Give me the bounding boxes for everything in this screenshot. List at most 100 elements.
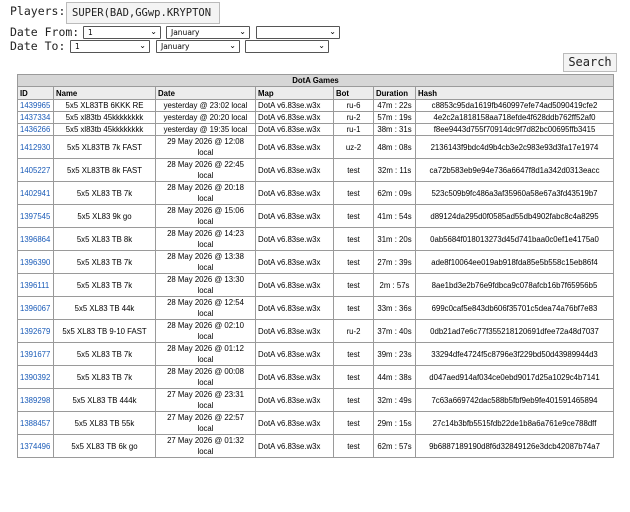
game-date-cell: 28 May 2026 @ 00:08 local [155,365,256,389]
column-header-id: ID [17,86,54,100]
chevron-down-icon: ⌄ [150,27,157,36]
game-date-cell: 28 May 2026 @ 15:06 local [155,204,256,228]
game-bot-cell: test [333,388,374,412]
table-row: 1397545 5x5 XL83 9k go 28 May 2026 @ 15:06… [17,204,614,228]
chevron-down-icon: ⌄ [318,41,325,50]
game-date-text: 28 May 2026 @ 15:06 [167,206,244,215]
game-id[interactable]: 1396864 [20,235,50,244]
game-id-link[interactable]: 1396111 [17,273,54,297]
column-header-name: Name [53,86,156,100]
game-bot-cell: ru-1 [333,123,374,136]
game-id[interactable]: 1374496 [20,442,50,451]
game-name-cell: 5x5 XL83TB 8k FAST [53,158,156,182]
from-day-select[interactable]: 1 ⌄ [83,26,161,39]
game-hash-cell: 523c509b9fc486a3af35960a58e67a3fd43519b7 [415,181,614,205]
game-id-link[interactable]: 1392679 [17,319,54,343]
game-id[interactable]: 1389298 [20,396,50,405]
game-id-link[interactable]: 1396067 [17,296,54,320]
game-map-cell: DotA v6.83se.w3x [255,250,334,274]
game-bot-cell: test [333,158,374,182]
game-name-cell: 5x5 XL83 TB 7k [53,342,156,366]
game-id[interactable]: 1412930 [20,143,50,152]
game-id[interactable]: 1402941 [20,189,50,198]
game-id[interactable]: 1396067 [20,304,50,313]
game-map-cell: DotA v6.83se.w3x [255,181,334,205]
game-bot-cell: test [333,181,374,205]
game-id-link[interactable]: 1396864 [17,227,54,251]
game-id-link[interactable]: 1391677 [17,342,54,366]
game-bot-cell: test [333,434,374,458]
game-name-cell: 5x5 XL83 TB 7k [53,273,156,297]
game-date-cell: 29 May 2026 @ 12:08 local [155,135,256,159]
game-date-cell: 28 May 2026 @ 14:23 local [155,227,256,251]
chevron-down-icon: ⌄ [139,41,146,50]
game-id-link[interactable]: 1412930 [17,135,54,159]
game-id-link[interactable]: 1405227 [17,158,54,182]
game-date-cell: 28 May 2026 @ 22:45 local [155,158,256,182]
game-id[interactable]: 1397545 [20,212,50,221]
chevron-down-icon: ⌄ [329,27,336,36]
game-id[interactable]: 1388457 [20,419,50,428]
chevron-down-icon: ⌄ [239,27,246,36]
search-button[interactable]: Search [563,53,617,72]
game-date-suffix: local [197,355,214,364]
game-name-cell: 5x5 XL83TB 7k FAST [53,135,156,159]
game-id[interactable]: 1392679 [20,327,50,336]
game-id[interactable]: 1396390 [20,258,50,267]
game-hash-cell: 0ab5684f018013273d45d741baa0c0ef1e4175a0 [415,227,614,251]
from-year-select[interactable]: ⌄ [256,26,340,39]
game-id-link[interactable]: 1402941 [17,181,54,205]
game-date-suffix: local [197,447,214,456]
game-date-suffix: local [197,309,214,318]
game-hash-cell: d047aed914af034ce0ebd9017d25a1029c4b7141 [415,365,614,389]
game-name-cell: 5x5 XL83 TB 7k [53,365,156,389]
game-date-text: 28 May 2026 @ 12:54 [167,298,244,307]
to-day-select[interactable]: 1 ⌄ [70,40,150,53]
game-map-cell: DotA v6.83se.w3x [255,158,334,182]
game-id[interactable]: 1396111 [20,281,49,290]
table-row: 1402941 5x5 XL83 TB 7k 28 May 2026 @ 20:18… [17,181,614,205]
game-id-link[interactable]: 1374496 [17,434,54,458]
game-hash-cell: 27c14b3bfb5515fdb22de1b8a6a761e9ce788dff [415,411,614,435]
to-month-select[interactable]: January ⌄ [156,40,240,53]
game-id-link[interactable]: 1388457 [17,411,54,435]
game-name-cell: 5x5 xl83tb 45kkkkkkkk [53,123,156,136]
from-month-select[interactable]: January ⌄ [166,26,250,39]
game-id-link[interactable]: 1390392 [17,365,54,389]
table-row: 1436266 5x5 xl83tb 45kkkkkkkk yesterday @ … [17,123,614,136]
game-duration-cell: 62m : 57s [373,434,416,458]
game-id[interactable]: 1436266 [20,125,50,134]
players-input[interactable]: SUPER(BAD,GGwp.KRYPTON [66,2,220,24]
table-row: 1392679 5x5 XL83 TB 9-10 FAST 28 May 2026 … [17,319,614,343]
game-hash-cell: ca72b583eb9e94e736a6647f8d1a342d0313eacc [415,158,614,182]
game-id[interactable]: 1405227 [20,166,50,175]
game-date-text: 28 May 2026 @ 00:08 [167,367,244,376]
game-id[interactable]: 1437334 [20,113,50,122]
game-hash-cell: c8853c95da1619fb460997efe74ad5090419cfe2 [415,99,614,112]
table-row: 1390392 5x5 XL83 TB 7k 28 May 2026 @ 00:08… [17,365,614,389]
game-name-cell: 5x5 XL83TB 6KKK RE [53,99,156,112]
game-id-link[interactable]: 1396390 [17,250,54,274]
game-date-suffix: local [197,194,214,203]
game-id[interactable]: 1390392 [20,373,50,382]
game-id-link[interactable]: 1437334 [17,111,54,124]
game-date-text: 28 May 2026 @ 13:38 [167,252,244,261]
game-id-link[interactable]: 1389298 [17,388,54,412]
game-map-cell: DotA v6.83se.w3x [255,365,334,389]
game-date-cell: 28 May 2026 @ 13:38 local [155,250,256,274]
game-date-suffix: local [197,148,214,157]
column-header-map: Map [255,86,334,100]
game-id-link[interactable]: 1436266 [17,123,54,136]
game-id[interactable]: 1439965 [20,101,50,110]
game-duration-cell: 38m : 31s [373,123,416,136]
game-date-cell: yesterday @ 19:35 local [155,123,256,136]
game-id[interactable]: 1391677 [20,350,50,359]
game-hash-cell: ade8f10064ee019ab918fda85e5b558c15eb86f4 [415,250,614,274]
game-map-cell: DotA v6.83se.w3x [255,434,334,458]
to-year-select[interactable]: ⌄ [245,40,329,53]
game-date-suffix: local [197,171,214,180]
game-id-link[interactable]: 1439965 [17,99,54,112]
game-date-text: 27 May 2026 @ 23:31 [167,390,244,399]
game-id-link[interactable]: 1397545 [17,204,54,228]
game-date-suffix: local [197,424,214,433]
